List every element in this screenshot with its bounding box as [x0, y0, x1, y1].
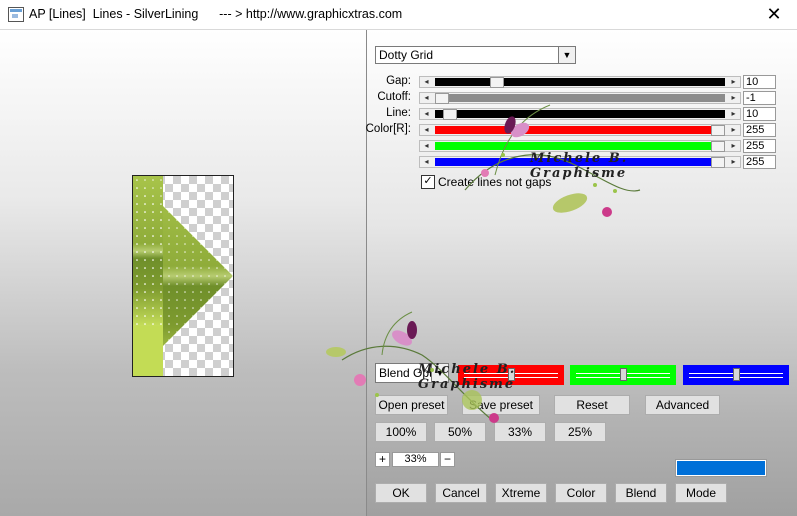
slider-label-2: Line: — [386, 107, 411, 119]
slider-track[interactable] — [435, 141, 725, 152]
zoom-33-button[interactable]: 33% — [494, 422, 546, 442]
zoom-out-button[interactable]: − — [440, 452, 455, 467]
slider-label-0: Gap: — [386, 75, 411, 87]
chevron-left-icon[interactable]: ◂ — [420, 77, 433, 87]
color-swatch[interactable] — [675, 459, 767, 477]
color-button[interactable]: Color — [555, 483, 607, 503]
cancel-button[interactable]: Cancel — [435, 483, 487, 503]
chevron-left-icon[interactable]: ◂ — [420, 109, 433, 119]
zoom-in-button[interactable]: + — [375, 452, 390, 467]
slider-5[interactable]: ◂ ▸ — [419, 156, 741, 168]
blend-dropdown-value: Blend Opt — [379, 366, 433, 380]
slider-value-field-2[interactable]: 10 — [743, 107, 776, 121]
slider-track[interactable] — [435, 125, 725, 136]
preview-triangle-graphic — [133, 176, 233, 376]
slider-thumb[interactable] — [443, 109, 458, 120]
chevron-right-icon[interactable]: ▸ — [727, 77, 740, 87]
blend-button[interactable]: Blend — [615, 483, 667, 503]
chevron-right-icon[interactable]: ▸ — [727, 109, 740, 119]
slider-thumb[interactable] — [711, 157, 725, 168]
chevron-down-icon[interactable]: ▼ — [558, 47, 575, 63]
preview-image — [132, 175, 234, 377]
mode-button[interactable]: Mode — [675, 483, 727, 503]
chevron-right-icon[interactable]: ▸ — [727, 125, 740, 135]
chevron-right-icon[interactable]: ▸ — [727, 93, 740, 103]
slider-3[interactable]: ◂ ▸ — [419, 124, 741, 136]
open-preset-button[interactable]: Open preset — [375, 395, 448, 415]
zoom-level-field[interactable]: 33% — [392, 452, 439, 467]
chevron-down-icon[interactable]: ▼ — [431, 364, 448, 382]
slider-thumb[interactable] — [490, 77, 505, 88]
slider-thumb[interactable] — [711, 125, 725, 136]
slider-value-field-1[interactable]: -1 — [743, 91, 776, 105]
window-title: AP [Lines] Lines - SilverLining --- > ht… — [29, 7, 403, 21]
slider-value-field-4[interactable]: 255 — [743, 139, 776, 153]
slider-value-field-0[interactable]: 10 — [743, 75, 776, 89]
create-lines-checkbox[interactable]: ✓ — [421, 175, 435, 189]
slider-thumb[interactable] — [711, 141, 725, 152]
slider-track[interactable] — [435, 77, 725, 88]
slider-4[interactable]: ◂ ▸ — [419, 140, 741, 152]
slider-1[interactable]: ◂ ▸ — [419, 92, 741, 104]
slider-track[interactable] — [435, 157, 725, 168]
blend-dropdown[interactable]: Blend Opt ▼ — [375, 363, 449, 383]
slider-value-field-3[interactable]: 255 — [743, 123, 776, 137]
chevron-left-icon[interactable]: ◂ — [420, 157, 433, 167]
reset-button[interactable]: Reset — [554, 395, 630, 415]
advanced-button[interactable]: Advanced — [645, 395, 720, 415]
close-button[interactable]: ✕ — [751, 0, 797, 29]
green-bar-knob[interactable] — [620, 368, 627, 381]
slider-track[interactable] — [435, 93, 725, 104]
zoom-100-button[interactable]: 100% — [375, 422, 427, 442]
chevron-right-icon[interactable]: ▸ — [727, 141, 740, 151]
preset-dropdown[interactable]: Dotty Grid ▼ — [375, 46, 576, 64]
title-bar: AP [Lines] Lines - SilverLining --- > ht… — [0, 0, 797, 30]
controls-panel: Dotty Grid ▼ Gap: ◂ ▸ 10 Cutoff: ◂ ▸ -1 Line: ◂ ▸ 1… — [365, 30, 797, 516]
create-lines-label: Create lines not gaps — [438, 175, 552, 189]
slider-2[interactable]: ◂ ▸ — [419, 108, 741, 120]
slider-track[interactable] — [435, 109, 725, 120]
green-color-bar[interactable] — [570, 365, 676, 385]
slider-label-1: Cutoff: — [377, 91, 411, 103]
blue-color-bar[interactable] — [683, 365, 789, 385]
app-window-icon — [8, 7, 24, 22]
chevron-left-icon[interactable]: ◂ — [420, 125, 433, 135]
chevron-left-icon[interactable]: ◂ — [420, 141, 433, 151]
preview-pane — [0, 30, 367, 516]
ok-button[interactable]: OK — [375, 483, 427, 503]
chevron-right-icon[interactable]: ▸ — [727, 157, 740, 167]
slider-label-3: Color[R]: — [365, 123, 411, 135]
xtreme-button[interactable]: Xtreme — [495, 483, 547, 503]
zoom-50-button[interactable]: 50% — [434, 422, 486, 442]
red-color-bar[interactable] — [458, 365, 564, 385]
slider-0[interactable]: ◂ ▸ — [419, 76, 741, 88]
slider-thumb[interactable] — [435, 93, 449, 104]
red-bar-knob[interactable] — [508, 368, 515, 381]
preset-dropdown-value: Dotty Grid — [379, 48, 434, 62]
zoom-25-button[interactable]: 25% — [554, 422, 606, 442]
chevron-left-icon[interactable]: ◂ — [420, 93, 433, 103]
slider-value-field-5[interactable]: 255 — [743, 155, 776, 169]
blue-bar-knob[interactable] — [733, 368, 740, 381]
save-preset-button[interactable]: Save preset — [462, 395, 540, 415]
